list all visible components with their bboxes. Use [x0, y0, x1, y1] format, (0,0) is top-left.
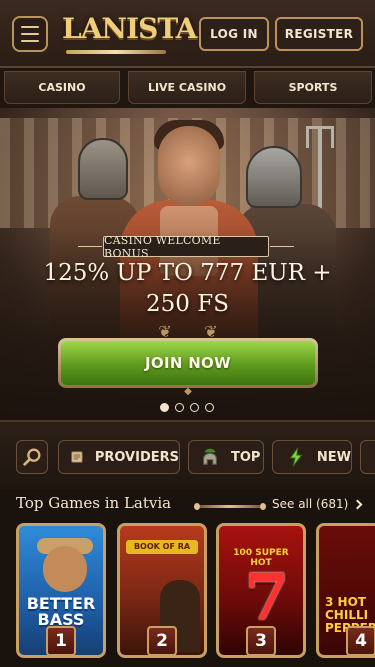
gladiator-right-helmet [246, 146, 302, 208]
register-button[interactable]: REGISTER [275, 17, 363, 51]
trident-head [306, 126, 334, 148]
ornament-icon: ◆ [184, 386, 192, 397]
menu-icon-bar [21, 26, 39, 28]
rank-badge: 1 [46, 626, 76, 656]
game-art-title: BETTER BASS [26, 594, 96, 629]
bonus-divider-right [270, 246, 294, 247]
game-filter-bar: PROVIDERS TOP NEW [0, 420, 375, 490]
carousel-dot[interactable] [175, 403, 184, 412]
search-button[interactable] [16, 440, 48, 474]
top-filter-button[interactable]: TOP [188, 440, 264, 474]
see-all-label: See all (681) [272, 497, 349, 511]
sword-divider-icon [194, 503, 266, 510]
menu-icon-bar [21, 33, 39, 35]
carousel-dot[interactable] [160, 403, 169, 412]
gladiator-center-face [158, 126, 220, 206]
join-now-frame: JOIN NOW [58, 338, 318, 388]
hero-banner[interactable]: CASINO WELCOME BONUS 125% UP TO 777 EUR … [0, 108, 375, 420]
tab-casino[interactable]: CASINO [4, 71, 120, 104]
bonus-offer-text: 125% UP TO 777 EUR + 250 FS [0, 258, 375, 320]
lanista-logo[interactable]: LANISTA [62, 10, 197, 56]
bonus-label: CASINO WELCOME BONUS [103, 234, 269, 260]
offer-line-2: 250 FS [146, 291, 229, 317]
carousel-dot[interactable] [190, 403, 199, 412]
carousel-dot[interactable] [205, 403, 214, 412]
login-button[interactable]: LOG IN [199, 17, 269, 51]
gladiator-left-helmet [78, 138, 128, 200]
new-filter-button[interactable]: NEW [272, 440, 352, 474]
logo-text: LANISTA [62, 12, 197, 45]
see-all-link[interactable]: See all (681) [272, 497, 363, 511]
more-filter-button[interactable] [360, 440, 375, 474]
rank-badge: 3 [246, 626, 276, 656]
providers-filter-button[interactable]: PROVIDERS [58, 440, 180, 474]
game-art-title: BOOK OF RA [126, 540, 198, 554]
tab-sports[interactable]: SPORTS [254, 71, 372, 104]
lightning-icon [289, 447, 303, 467]
rank-badge: 4 [346, 626, 375, 656]
offer-line-1: 125% UP TO 777 EUR + [43, 260, 332, 286]
carousel-dots [160, 403, 216, 413]
top-label: TOP [231, 449, 261, 465]
lucky-seven-icon: 7 [244, 560, 290, 635]
category-tabs: CASINO LIVE CASINO SPORTS [0, 68, 375, 108]
chevron-right-icon [352, 499, 363, 509]
tab-live-casino[interactable]: LIVE CASINO [128, 71, 246, 104]
helmet-icon [203, 448, 217, 465]
app-header: LANISTA LOG IN REGISTER [0, 0, 375, 68]
providers-label: PROVIDERS [94, 449, 179, 465]
sword-icon [66, 50, 166, 54]
bonus-divider-left [78, 246, 102, 247]
game-art-character [43, 546, 87, 592]
hamburger-menu-button[interactable] [12, 16, 48, 52]
menu-icon-bar [21, 40, 39, 42]
search-icon [23, 448, 41, 466]
new-label: NEW [316, 449, 351, 465]
section-title: Top Games in Latvia [16, 494, 172, 512]
rank-badge: 2 [147, 626, 177, 656]
scroll-icon [71, 451, 83, 463]
join-now-button[interactable]: JOIN NOW [61, 341, 315, 385]
